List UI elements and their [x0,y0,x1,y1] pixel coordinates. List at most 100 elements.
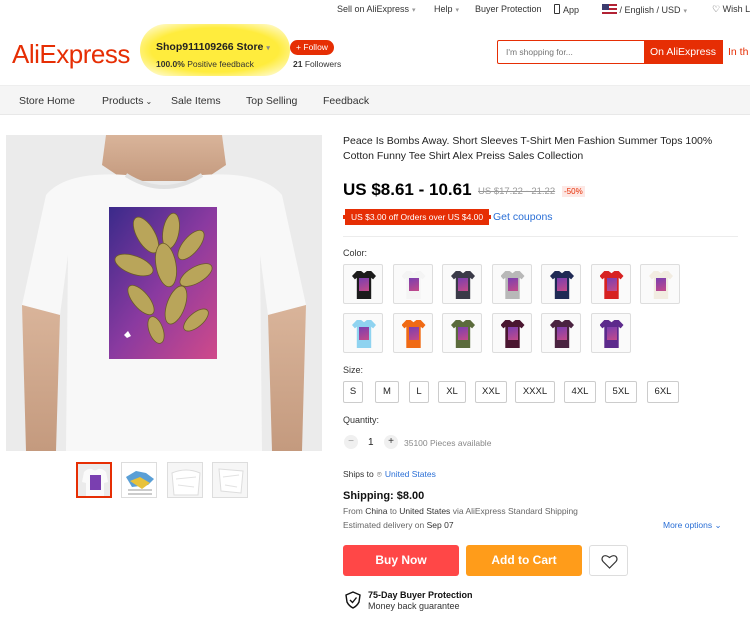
size-option[interactable]: S [343,381,363,403]
print-graphic [557,278,567,291]
follow-button[interactable]: + Follow [290,40,334,55]
store-feedback: 100.0% Positive feedback [156,59,254,69]
search-input[interactable] [506,47,636,57]
wishlist-link[interactable]: ♡ Wish L [712,4,750,15]
thumbnail-2[interactable] [121,462,157,498]
size-option[interactable]: XXL [475,381,507,403]
location-pin-icon: ⌾ [376,469,382,479]
print-graphic [507,278,518,291]
nav-products[interactable]: Products ⌄ [102,95,152,107]
search-on-aliexpress-button[interactable]: On AliExpress [644,39,722,64]
print-graphic [359,327,369,340]
size-option[interactable]: 4XL [564,381,596,403]
discount-badge: -50% [562,186,585,197]
color-swatch[interactable] [442,264,482,304]
color-swatch[interactable] [590,313,631,353]
quantity-value[interactable]: 1 [368,437,374,448]
color-swatch[interactable] [343,313,383,353]
sell-label: Sell on AliExpress [337,4,410,14]
feedback-label: Positive feedback [187,59,254,69]
app-label: App [563,5,580,15]
heart-icon [601,555,618,569]
chevron-down-icon: ▾ [412,7,416,14]
buyer-protection-link[interactable]: Buyer Protection [475,4,542,14]
print-graphic [408,278,419,291]
size-option[interactable]: 5XL [605,381,637,403]
quantity-label: Quantity: [343,415,380,425]
shipping-method: via AliExpress Standard Shipping [452,506,578,516]
color-swatch[interactable] [392,264,433,304]
thumbnail-3-image [168,463,202,497]
chevron-down-icon: ▾ [683,8,688,15]
print-graphic [359,278,369,291]
color-swatch[interactable] [442,313,482,353]
thumbnail-1[interactable] [76,462,112,498]
phone-icon [554,4,560,14]
color-swatch[interactable] [343,264,383,304]
print-graphic [606,327,617,340]
aliexpress-logo[interactable]: AliExpress [12,39,130,70]
print-graphic [408,327,419,340]
get-coupons-link[interactable]: Get coupons [493,211,553,223]
size-option[interactable]: L [409,381,429,403]
color-swatch[interactable] [392,313,433,353]
shipping-detail: From China to United States via AliExpre… [343,506,578,516]
help-link[interactable]: Help ▾ [434,4,459,14]
quantity-decrement-button[interactable]: − [344,435,358,449]
us-flag-icon [602,4,617,14]
from-country: China [365,506,388,516]
top-bar: Sell on AliExpress ▾ Help ▾ Buyer Protecti… [0,0,750,20]
nav-top-selling[interactable]: Top Selling [246,95,297,107]
store-name: Shop911109266 Store [156,41,264,53]
nav-sale-items[interactable]: Sale Items [171,95,221,107]
print-graphic [507,327,518,340]
color-swatch[interactable] [491,264,532,304]
chevron-down-icon: ⌄ [145,97,153,106]
feedback-percent: 100.0% [156,59,185,69]
product-title: Peace Is Bombs Away. Short Sleeves T-Shi… [343,135,713,162]
nav-products-label: Products [102,95,144,107]
wishlist-button[interactable] [589,545,628,576]
thumbnail-1-image [78,464,110,496]
size-option[interactable]: XL [438,381,466,403]
size-option[interactable]: 6XL [647,381,679,403]
quantity-increment-button[interactable]: + [384,435,398,449]
followers-number: 21 [293,59,303,69]
color-swatch[interactable] [640,264,680,304]
app-link[interactable]: App [554,4,579,15]
size-label: Size: [343,365,364,375]
size-option[interactable]: M [375,381,399,403]
language-currency-selector[interactable]: / English / USD ▾ [602,4,687,15]
color-swatch[interactable] [541,313,581,353]
wishlist-label: Wish L [722,4,750,14]
nav-feedback[interactable]: Feedback [323,95,369,107]
search-in-store-button[interactable]: In th [722,39,750,64]
to-label: to [389,506,397,516]
print-graphic [606,278,617,291]
thumbnail-3[interactable] [167,462,203,498]
add-to-cart-button[interactable]: Add to Cart [466,545,582,576]
nav-store-home[interactable]: Store Home [19,95,75,107]
color-swatch[interactable] [541,264,581,304]
print-graphic [557,327,567,340]
color-swatch[interactable] [491,313,532,353]
chevron-down-icon: ▾ [266,45,270,52]
main-product-image[interactable] [6,135,322,451]
buy-now-button[interactable]: Buy Now [343,545,459,576]
thumbnail-4[interactable] [212,462,248,498]
help-label: Help [434,4,453,14]
sell-on-aliexpress-link[interactable]: Sell on AliExpress ▾ [337,4,416,14]
delivery-label: Estimated delivery on [343,520,425,530]
quantity-available: 35100 Pieces available [404,438,492,448]
ships-to-country-link[interactable]: United States [385,469,436,479]
size-option[interactable]: XXXL [515,381,555,403]
chevron-down-icon: ▾ [455,7,460,14]
shield-check-icon [345,591,361,609]
more-options-link[interactable]: More options ⌄ [663,520,722,531]
search-box: On AliExpress In th [497,39,750,64]
store-name-link[interactable]: Shop911109266 Store ▾ [156,41,270,53]
color-swatch[interactable] [590,264,631,304]
coupon-badge[interactable]: US $3.00 off Orders over US $4.00 [343,209,492,225]
divider [343,236,738,237]
chevron-down-icon: ⌄ [714,520,722,530]
